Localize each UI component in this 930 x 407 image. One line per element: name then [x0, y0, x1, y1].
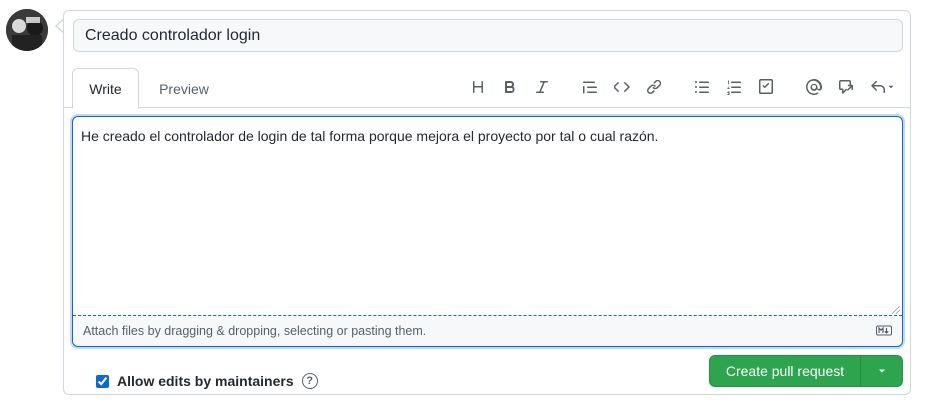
- pull-request-form: Write Preview Attach files: [63, 10, 911, 395]
- cross-reference-icon[interactable]: [832, 73, 860, 101]
- allow-edits-label: Allow edits by maintainers: [117, 373, 294, 389]
- markdown-icon[interactable]: [876, 325, 892, 336]
- saved-replies-icon[interactable]: [864, 73, 902, 101]
- title-input[interactable]: [73, 19, 903, 52]
- ordered-list-icon[interactable]: [720, 73, 748, 101]
- help-icon[interactable]: ?: [301, 373, 318, 389]
- unordered-list-icon[interactable]: [688, 73, 716, 101]
- chevron-down-icon: [888, 85, 894, 89]
- italic-icon[interactable]: [528, 73, 556, 101]
- mention-icon[interactable]: [800, 73, 828, 101]
- resize-handle[interactable]: [892, 306, 900, 314]
- attach-files-area[interactable]: Attach files by dragging & dropping, sel…: [73, 315, 902, 346]
- avatar[interactable]: [6, 9, 48, 51]
- quote-icon[interactable]: [576, 73, 604, 101]
- body-textarea[interactable]: [73, 117, 902, 315]
- create-options-dropdown[interactable]: [861, 356, 902, 386]
- tab-preview[interactable]: Preview: [148, 68, 220, 109]
- allow-edits-checkbox[interactable]: [96, 374, 109, 388]
- create-pull-request-button-group: Create pull request: [709, 355, 903, 387]
- bold-icon[interactable]: [496, 73, 524, 101]
- tab-write[interactable]: Write: [72, 68, 139, 109]
- allow-edits-option[interactable]: Allow edits by maintainers ?: [96, 373, 318, 389]
- create-pull-request-button[interactable]: Create pull request: [710, 356, 861, 386]
- heading-icon[interactable]: [464, 73, 492, 101]
- comment-editor: Attach files by dragging & dropping, sel…: [72, 116, 903, 347]
- attach-files-text: Attach files by dragging & dropping, sel…: [83, 324, 427, 338]
- link-icon[interactable]: [640, 73, 668, 101]
- code-icon[interactable]: [608, 73, 636, 101]
- task-list-icon[interactable]: [752, 73, 780, 101]
- chevron-down-icon: [878, 369, 885, 373]
